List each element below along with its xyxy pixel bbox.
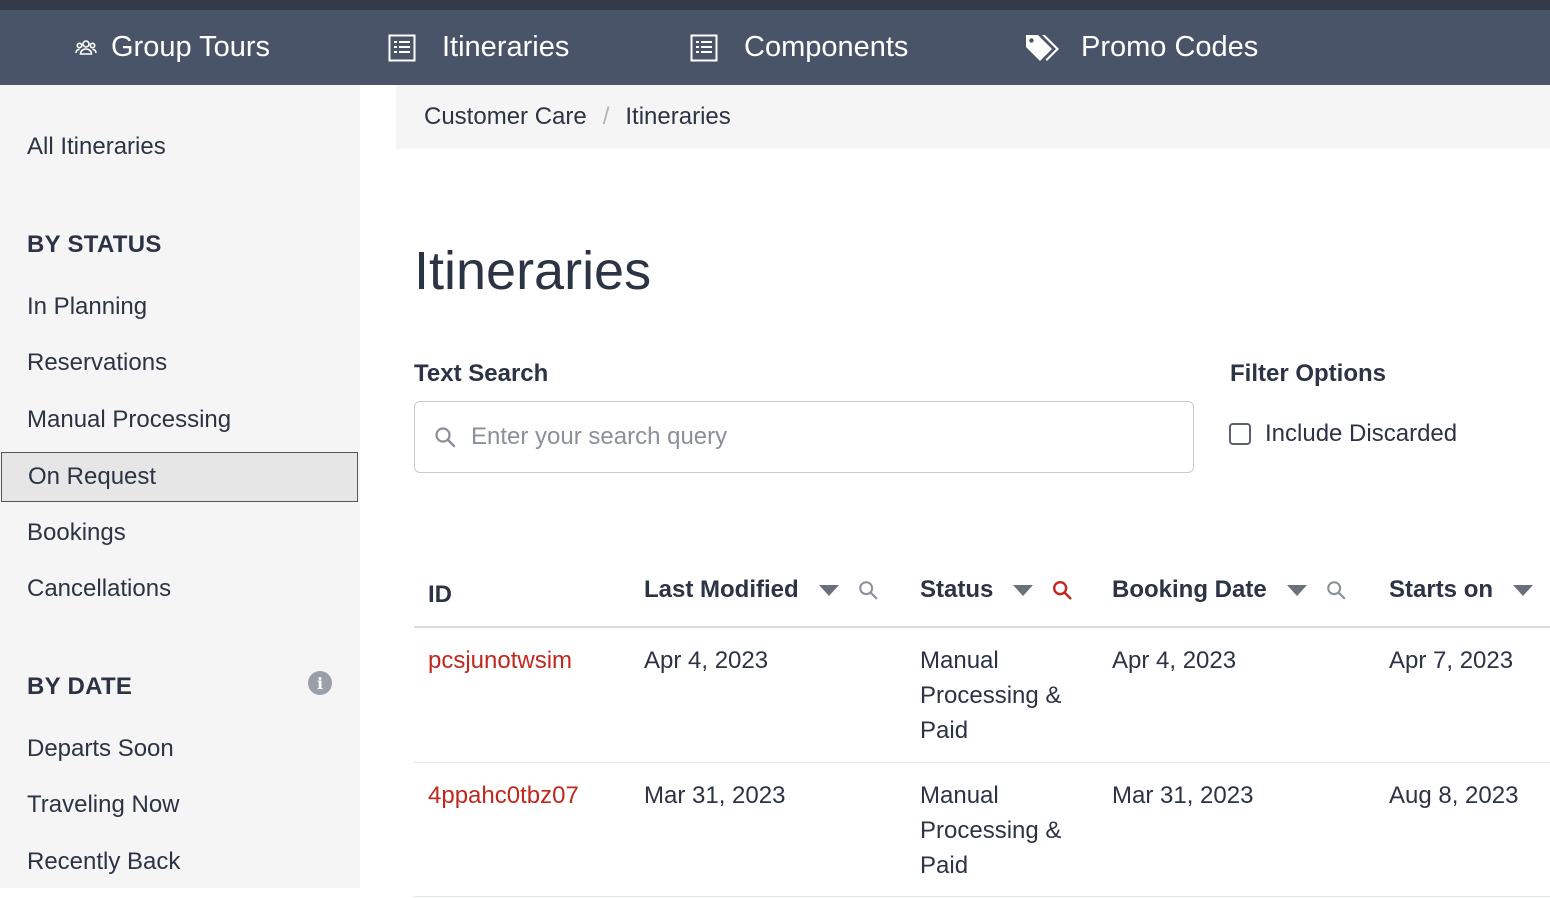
- sidebar-item-recently-back[interactable]: Recently Back: [0, 837, 360, 887]
- nav-item-label: Promo Codes: [1081, 31, 1259, 63]
- sidebar-item-label: In Planning: [27, 293, 148, 320]
- nav-item-label: Itineraries: [442, 31, 570, 63]
- booking-date-cell: Apr 4, 2023: [1112, 647, 1237, 674]
- breadcrumb-item-current: Itineraries: [625, 103, 731, 130]
- list-icon: [690, 34, 718, 62]
- tags-icon: [1025, 33, 1061, 63]
- include-discarded-option[interactable]: Include Discarded: [1229, 420, 1457, 448]
- sidebar-item-cancellations[interactable]: Cancellations: [0, 564, 360, 614]
- text-search-label: Text Search: [414, 360, 549, 387]
- table-header-divider: [414, 626, 1550, 628]
- sidebar-item-on-request[interactable]: On Request: [1, 452, 358, 502]
- starts-on-cell: Aug 8, 2023: [1389, 782, 1519, 809]
- search-input[interactable]: [471, 423, 1151, 451]
- filter-options-label: Filter Options: [1230, 360, 1386, 387]
- sidebar-item-label: On Request: [28, 463, 157, 490]
- breadcrumb-separator: /: [602, 103, 610, 130]
- sort-caret-icon[interactable]: [1013, 584, 1034, 596]
- nav-item-label: Group Tours: [111, 31, 271, 63]
- booking-date-cell: Mar 31, 2023: [1112, 782, 1254, 809]
- itinerary-id-link[interactable]: 4ppahc0tbz07: [428, 778, 579, 813]
- breadcrumb: Customer Care / Itineraries: [396, 85, 1550, 149]
- list-icon: [388, 34, 416, 62]
- sidebar-item-in-planning[interactable]: In Planning: [0, 282, 360, 332]
- users-icon: [75, 39, 97, 57]
- column-header-label: Booking Date: [1112, 576, 1267, 603]
- column-header-label: Status: [920, 576, 994, 603]
- sidebar-item-label: Manual Processing: [27, 406, 232, 433]
- itinerary-id-link[interactable]: pcsjunotwsim: [428, 643, 572, 678]
- column-header-booking-date: Booking Date: [1112, 572, 1347, 608]
- breadcrumb-item-customer-care[interactable]: Customer Care: [424, 103, 587, 131]
- sort-caret-icon[interactable]: [1286, 584, 1307, 596]
- sidebar-item-label: Recently Back: [27, 848, 181, 875]
- search-icon: [433, 425, 457, 449]
- column-header-starts-on: Starts on: [1389, 572, 1534, 608]
- status-cell: Manual Processing & Paid: [920, 647, 1062, 744]
- row-divider: [414, 762, 1550, 763]
- sidebar-heading-by-status: BY STATUS: [27, 231, 162, 258]
- column-header-label: Starts on: [1389, 576, 1494, 603]
- starts-on-cell: Apr 7, 2023: [1389, 647, 1514, 674]
- nav-item-components[interactable]: Components: [690, 10, 908, 85]
- sidebar-heading-by-date: BY DATE: [27, 673, 133, 700]
- sidebar-item-label: All Itineraries: [27, 133, 166, 160]
- sidebar-item-traveling-now[interactable]: Traveling Now: [0, 780, 360, 830]
- column-header-label: Last Modified: [644, 576, 799, 603]
- last-modified-cell: Mar 31, 2023: [644, 782, 786, 809]
- include-discarded-label: Include Discarded: [1265, 420, 1458, 447]
- sort-caret-icon[interactable]: [1513, 584, 1534, 596]
- top-nav-bar: Group Tours Itineraries Components Promo…: [0, 0, 1550, 85]
- page-title: Itineraries: [414, 241, 652, 301]
- sidebar-item-label: Cancellations: [27, 575, 172, 602]
- last-modified-cell: Apr 4, 2023: [644, 647, 769, 674]
- info-icon[interactable]: i: [308, 671, 332, 695]
- sidebar-item-label: Departs Soon: [27, 735, 174, 762]
- column-search-icon[interactable]: [857, 579, 879, 601]
- sidebar-item-manual-processing[interactable]: Manual Processing: [0, 395, 360, 445]
- nav-item-label: Components: [744, 31, 909, 63]
- column-header-last-modified: Last Modified: [644, 572, 879, 608]
- column-search-active-icon[interactable]: [1051, 579, 1073, 601]
- nav-item-promo-codes[interactable]: Promo Codes: [1025, 10, 1258, 85]
- sort-caret-icon[interactable]: [818, 584, 839, 596]
- column-header-label: ID: [428, 581, 452, 608]
- sidebar-item-label: Bookings: [27, 519, 126, 546]
- nav-item-group-tours[interactable]: Group Tours: [75, 10, 270, 85]
- row-divider: [414, 896, 1550, 897]
- sidebar-item-label: Traveling Now: [27, 791, 180, 818]
- column-search-icon[interactable]: [1325, 579, 1347, 601]
- search-box: [414, 401, 1194, 473]
- sidebar-item-all-itineraries[interactable]: All Itineraries: [0, 122, 360, 172]
- nav-item-itineraries[interactable]: Itineraries: [388, 10, 569, 85]
- sidebar-item-departs-soon[interactable]: Departs Soon: [0, 724, 360, 774]
- include-discarded-checkbox[interactable]: [1229, 423, 1251, 445]
- status-cell: Manual Processing & Paid: [920, 782, 1062, 879]
- sidebar: All Itineraries BY STATUS In Planning Re…: [0, 85, 360, 888]
- column-header-id: ID: [428, 577, 452, 613]
- column-header-status: Status: [920, 572, 1073, 608]
- sidebar-item-reservations[interactable]: Reservations: [0, 338, 360, 388]
- sidebar-item-label: Reservations: [27, 349, 168, 376]
- sidebar-item-bookings[interactable]: Bookings: [0, 508, 360, 558]
